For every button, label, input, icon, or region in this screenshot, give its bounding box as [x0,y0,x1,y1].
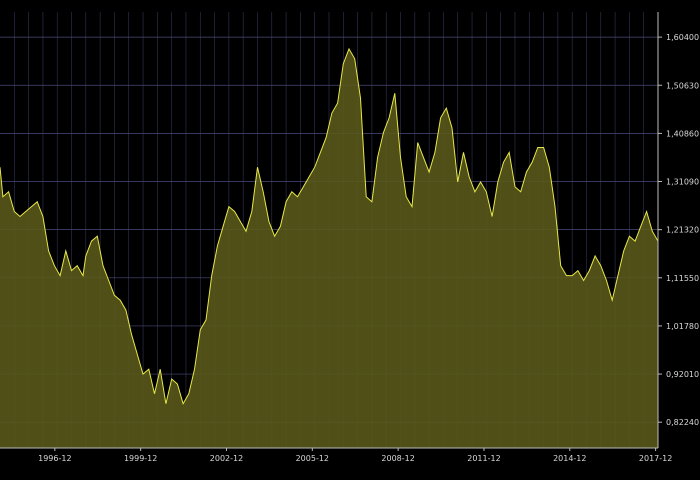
y-tick-label: 1,01780 [666,322,699,331]
y-tick-label: 1,60400 [666,33,699,42]
x-tick-label: 2002-12 [210,454,243,463]
x-tick-label: 2008-12 [381,454,414,463]
y-tick-label: 1,21320 [666,226,699,235]
x-tick-label: 2017-12 [639,454,672,463]
y-tick-label: 0,92010 [666,370,699,379]
x-tick-label: 1999-12 [124,454,157,463]
y-tick-label: 1,11550 [666,274,699,283]
x-tick-label: 1996-12 [38,454,71,463]
x-tick-label: 2014-12 [553,454,586,463]
y-tick-label: 1,50630 [666,81,699,90]
y-tick-label: 1,31090 [666,178,699,187]
exchange-rate-area-chart: 1,60400 1,50630 1,40860 1,31090 1,21320 1,115… [0,0,700,480]
x-tick-label: 2011-12 [467,454,500,463]
y-tick-label: 0,82240 [666,418,699,427]
x-tick-label: 2005-12 [296,454,329,463]
y-tick-label: 1,40860 [666,129,699,138]
